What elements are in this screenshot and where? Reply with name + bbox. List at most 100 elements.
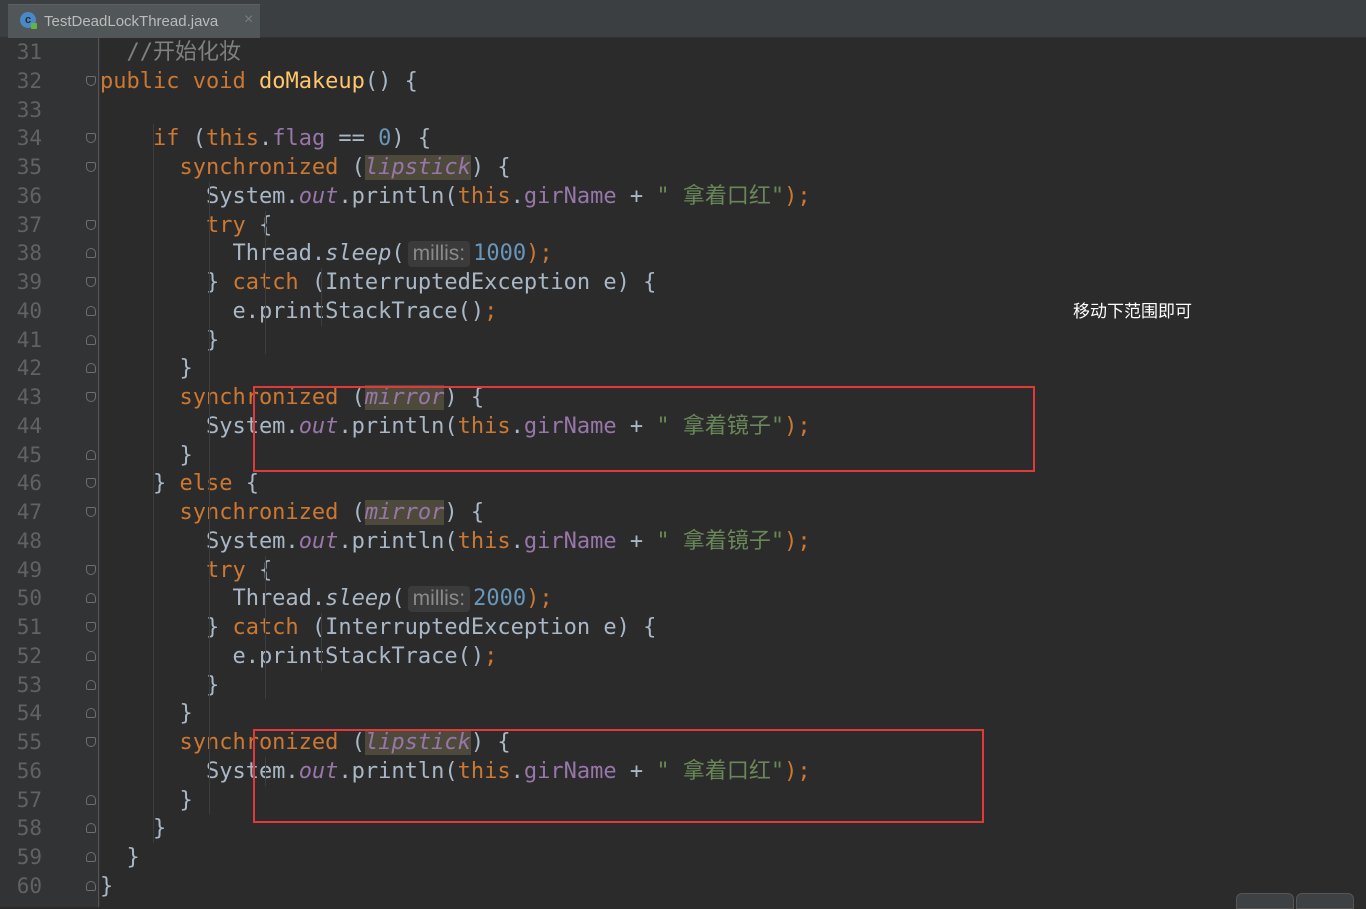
- line-number: 48: [16, 528, 42, 553]
- code-token: .: [510, 183, 524, 209]
- fold-marker-icon[interactable]: [86, 305, 96, 316]
- fold-marker-icon[interactable]: [86, 823, 96, 834]
- line-number: 43: [16, 385, 42, 409]
- line-number: 56: [16, 758, 42, 783]
- code-token: (InterruptedException e) {: [311, 270, 657, 295]
- fold-marker-icon[interactable]: [86, 449, 96, 460]
- indent-guide: [265, 210, 266, 355]
- code-token: //开始化妆: [100, 40, 241, 65]
- code-line[interactable]: 52 e.printStackTrace();: [0, 642, 1366, 671]
- code-line[interactable]: 59 }: [0, 843, 1366, 872]
- fold-marker-icon[interactable]: [86, 880, 96, 891]
- fold-marker-icon[interactable]: [86, 392, 96, 402]
- code-token: ) {: [391, 126, 432, 152]
- fold-marker-icon[interactable]: [86, 219, 96, 230]
- code-line[interactable]: 49 try {: [0, 556, 1366, 585]
- code-line[interactable]: 53 }: [0, 671, 1366, 700]
- code-text: e.printStackTrace();: [100, 642, 497, 671]
- code-text: try {: [100, 556, 272, 585]
- line-number: 54: [16, 701, 42, 726]
- file-tab[interactable]: c TestDeadLockThread.java ×: [8, 4, 260, 38]
- fold-marker-icon[interactable]: [86, 737, 96, 747]
- code-line[interactable]: 60}: [0, 872, 1366, 901]
- indent-guide: [265, 555, 266, 700]
- fold-marker-icon[interactable]: [86, 708, 96, 719]
- code-token: }: [100, 816, 167, 842]
- code-token: try: [100, 212, 259, 238]
- code-line[interactable]: 34 if (this.flag == 0) {: [0, 124, 1366, 153]
- code-line[interactable]: 42 }: [0, 354, 1366, 383]
- indent-guide: [209, 181, 210, 815]
- code-token: );: [526, 586, 553, 612]
- code-token: .: [258, 126, 273, 152]
- code-line[interactable]: 38 Thread.sleep(millis: 1000);: [0, 239, 1366, 268]
- fold-marker-icon[interactable]: [86, 679, 96, 690]
- code-token: mirror: [364, 500, 445, 525]
- code-token: }: [100, 845, 140, 870]
- code-token: girName: [523, 528, 617, 554]
- fold-marker-icon[interactable]: [86, 852, 96, 862]
- fold-marker-icon[interactable]: [86, 593, 96, 604]
- fold-marker-icon[interactable]: [86, 363, 96, 374]
- code-token: }: [100, 615, 233, 640]
- code-token: flag: [272, 126, 326, 152]
- code-token: lipstick: [364, 155, 471, 180]
- line-number: 36: [16, 183, 42, 208]
- code-line[interactable]: 33: [0, 96, 1366, 125]
- code-token: sleep: [325, 241, 392, 267]
- code-token: (: [351, 155, 365, 180]
- code-token: }: [100, 787, 193, 813]
- fold-marker-icon[interactable]: [86, 334, 96, 345]
- fold-marker-icon[interactable]: [86, 622, 96, 632]
- code-text: } catch (InterruptedException e) {: [100, 613, 656, 642]
- code-line[interactable]: 31 //开始化妆: [0, 38, 1366, 67]
- code-text: }: [100, 354, 192, 383]
- fold-marker-icon[interactable]: [86, 277, 96, 287]
- fold-marker-icon[interactable]: [86, 650, 96, 661]
- code-token: (: [391, 586, 405, 612]
- code-line[interactable]: 48 System.out.println(this.girName + " 拿…: [0, 527, 1366, 556]
- code-line[interactable]: 35 synchronized (lipstick) {: [0, 153, 1366, 182]
- code-token: }: [100, 327, 220, 353]
- code-text: System.out.println(this.girName + " 拿着镜子…: [100, 527, 811, 556]
- file-tab-label: TestDeadLockThread.java: [44, 13, 219, 30]
- code-line[interactable]: 47 synchronized (mirror) {: [0, 498, 1366, 527]
- code-line[interactable]: 32 public void doMakeup() {: [0, 67, 1366, 96]
- code-line[interactable]: 36 System.out.println(this.girName + " 拿…: [0, 182, 1366, 211]
- line-number: 31: [16, 40, 42, 64]
- code-line[interactable]: 46 } else {: [0, 469, 1366, 498]
- fold-marker-icon[interactable]: [86, 794, 96, 805]
- indent-guide: [321, 613, 322, 671]
- code-line[interactable]: 39 } catch (InterruptedException e) {: [0, 268, 1366, 297]
- code-line[interactable]: 54 }: [0, 699, 1366, 728]
- line-number: 52: [16, 643, 42, 668]
- line-number: 32: [16, 68, 42, 93]
- code-token: e.printStackTrace(): [100, 298, 485, 324]
- code-token: out: [298, 528, 339, 554]
- code-token: doMakeup: [258, 68, 365, 94]
- fold-marker-icon[interactable]: [86, 162, 96, 172]
- close-tab-icon[interactable]: ×: [244, 11, 253, 29]
- code-text: System.out.println(this.girName + " 拿着口红…: [100, 182, 811, 211]
- code-token: if: [100, 126, 193, 152]
- fold-marker-icon[interactable]: [86, 133, 96, 144]
- code-text: }: [100, 786, 193, 815]
- code-line[interactable]: 51 } catch (InterruptedException e) {: [0, 613, 1366, 642]
- code-line[interactable]: 41 }: [0, 326, 1366, 355]
- code-token: System.: [100, 183, 299, 209]
- code-line[interactable]: 37 try {: [0, 211, 1366, 240]
- fold-marker-icon[interactable]: [86, 478, 96, 489]
- code-line[interactable]: 50 Thread.sleep(millis: 2000);: [0, 584, 1366, 613]
- code-text: }: [100, 441, 192, 470]
- fold-marker-icon[interactable]: [86, 564, 96, 575]
- code-text: } catch (InterruptedException e) {: [100, 268, 656, 297]
- code-text: } else {: [100, 469, 259, 498]
- fold-marker-icon[interactable]: [86, 75, 96, 86]
- code-token: );: [526, 241, 553, 267]
- code-token: +: [616, 528, 657, 554]
- fold-marker-icon[interactable]: [86, 507, 96, 517]
- fold-marker-icon[interactable]: [86, 248, 96, 259]
- code-text: }: [100, 843, 140, 872]
- code-text: synchronized (lipstick) {: [100, 153, 511, 182]
- line-number: 38: [16, 241, 42, 266]
